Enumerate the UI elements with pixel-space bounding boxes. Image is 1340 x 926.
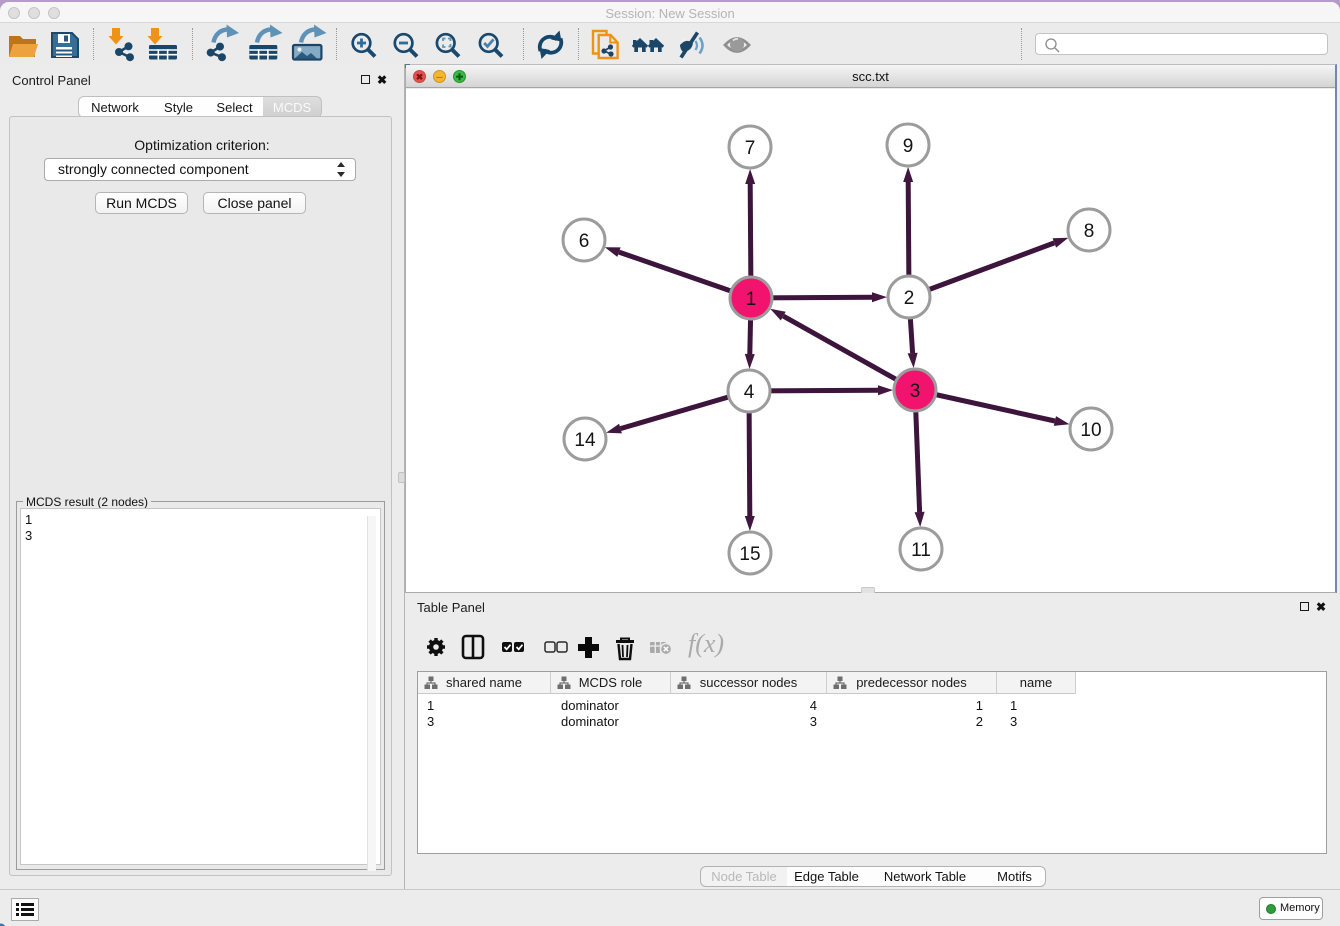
svg-text:4: 4	[744, 382, 755, 403]
svg-text:1: 1	[746, 289, 757, 310]
svg-text:7: 7	[745, 138, 756, 159]
svg-text:14: 14	[574, 430, 596, 451]
svg-text:10: 10	[1080, 420, 1101, 441]
svg-text:15: 15	[739, 544, 760, 565]
svg-text:2: 2	[904, 288, 915, 309]
svg-text:6: 6	[579, 231, 590, 252]
svg-text:3: 3	[910, 381, 921, 402]
svg-text:11: 11	[911, 540, 931, 561]
svg-text:8: 8	[1084, 221, 1095, 242]
svg-text:9: 9	[903, 136, 914, 157]
